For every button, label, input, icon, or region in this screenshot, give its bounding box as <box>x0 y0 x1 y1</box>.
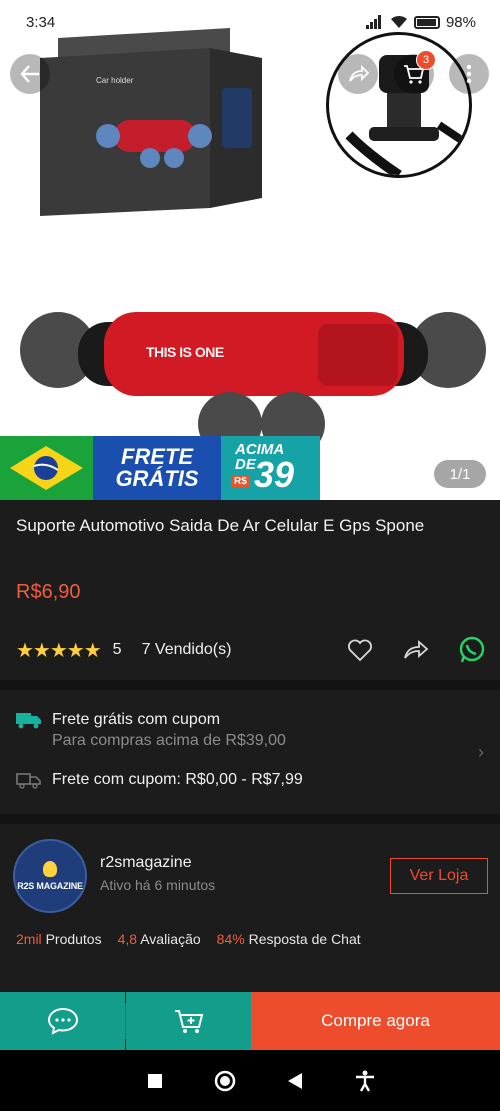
chat-label: Resposta de Chat <box>248 931 361 947</box>
product-photo <box>20 312 486 450</box>
back-button[interactable] <box>10 54 50 94</box>
products-value: 2mil <box>16 931 42 947</box>
coupon-shipping-text: Frete com cupom: R$0,00 - R$7,99 <box>52 771 303 788</box>
truck-icon <box>16 713 41 729</box>
arrow-left-icon <box>20 65 39 83</box>
frete-line2: GRÁTIS <box>115 466 199 491</box>
currency-badge: R$ <box>231 476 250 487</box>
free-shipping-row[interactable]: Frete grátis com cupom Para compras acim… <box>16 710 286 752</box>
free-shipping-condition: Para compras acima de R$39,00 <box>52 732 286 749</box>
box-label: Car holder <box>96 76 134 85</box>
section-spacer <box>0 972 500 992</box>
shop-name[interactable]: r2smagazine <box>100 854 192 872</box>
rating-stars-icon: ★★★★★ <box>16 639 102 662</box>
rating-value: 4,8 <box>117 931 138 947</box>
more-vertical-icon <box>466 64 472 84</box>
coupon-shipping-row[interactable]: Frete com cupom: R$0,00 - R$7,99 <box>16 770 303 790</box>
section-divider <box>0 680 500 690</box>
free-shipping-banner: FRETE GRÁTIS ACIMA DE R$ 39 <box>0 436 320 500</box>
frete-line1: FRETE <box>120 444 194 469</box>
share-button[interactable] <box>338 54 378 94</box>
wifi-icon <box>390 15 407 28</box>
shop-stats: 2mil Produtos 4,8 Avaliação 84% Resposta… <box>16 931 361 947</box>
add-to-cart-button[interactable] <box>126 992 251 1050</box>
product-price: R$6,90 <box>16 581 81 603</box>
favorite-button[interactable] <box>346 636 374 664</box>
chat-value: 84% <box>216 931 245 947</box>
home-button[interactable] <box>213 1069 237 1093</box>
more-options-button[interactable] <box>449 54 489 94</box>
signal-icon <box>365 15 381 29</box>
frete-gratis-label: FRETE GRÁTIS <box>93 436 221 500</box>
triangle-back-icon <box>288 1072 302 1089</box>
product-print-text: THIS IS ONE <box>146 344 224 360</box>
status-bar: 3:34 98% <box>0 0 500 44</box>
system-back-button[interactable] <box>283 1069 307 1093</box>
status-time: 3:34 <box>26 13 56 31</box>
rating-row: ★★★★★ 5 7 Vendido(s) <box>16 636 486 664</box>
image-page-indicator: 1/1 <box>434 460 486 488</box>
product-title: Suporte Automotivo Saida De Ar Celular E… <box>16 516 425 535</box>
minimum-amount: 39 <box>254 454 295 495</box>
battery-icon <box>413 15 440 29</box>
accessibility-icon <box>356 1070 374 1092</box>
add-cart-icon <box>174 1010 203 1033</box>
free-shipping-title: Frete grátis com cupom <box>52 711 221 728</box>
chat-icon <box>47 1007 78 1035</box>
lightbulb-icon <box>43 861 57 877</box>
product-actions <box>346 636 486 664</box>
square-icon <box>148 1073 162 1088</box>
product-box-image <box>40 28 262 216</box>
whatsapp-icon <box>459 636 485 663</box>
visit-shop-button[interactable]: Ver Loja <box>390 858 488 894</box>
system-navigation-bar <box>0 1050 500 1111</box>
battery-level: 98% <box>445 13 476 31</box>
products-label: Produtos <box>45 931 102 947</box>
detail-zoom-image <box>326 32 472 178</box>
bottom-action-bar: Compre agora <box>0 992 500 1050</box>
shop-logo-text: R2S MAGAZINE <box>17 881 83 891</box>
rating-label: Avaliação <box>140 931 201 947</box>
share-icon <box>349 64 369 82</box>
product-image-gallery[interactable]: Car holder THIS IS ONE 3 FRETE GRÁTIS AC… <box>0 0 500 500</box>
minimum-amount-label: ACIMA DE R$ 39 <box>221 436 320 500</box>
chevron-right-icon[interactable]: › <box>478 742 484 763</box>
section-divider <box>0 814 500 824</box>
chat-button[interactable] <box>0 992 125 1050</box>
heart-icon <box>348 639 372 662</box>
circle-icon <box>214 1070 236 1091</box>
buy-now-button[interactable]: Compre agora <box>251 992 500 1050</box>
truck-outline-icon <box>16 773 41 789</box>
recent-apps-button[interactable] <box>143 1069 167 1093</box>
status-icons: 98% <box>365 13 476 31</box>
share-product-button[interactable] <box>402 636 430 664</box>
shop-rating-stat: 4,8 Avaliação <box>118 931 201 947</box>
shop-avatar[interactable]: R2S MAGAZINE <box>13 839 87 913</box>
whatsapp-share-button[interactable] <box>458 636 486 664</box>
shop-chat-stat: 84% Resposta de Chat <box>217 931 361 947</box>
accessibility-button[interactable] <box>353 1069 377 1093</box>
sold-count: 7 Vendido(s) <box>141 641 232 658</box>
shop-active-status: Ativo há 6 minutos <box>100 877 216 893</box>
shop-products-stat: 2mil Produtos <box>16 931 102 947</box>
brazil-flag-icon <box>0 436 93 500</box>
share-icon <box>404 640 429 659</box>
cart-button[interactable]: 3 <box>394 50 436 94</box>
cart-count-badge: 3 <box>416 50 436 70</box>
rating-value: 5 <box>112 641 122 658</box>
